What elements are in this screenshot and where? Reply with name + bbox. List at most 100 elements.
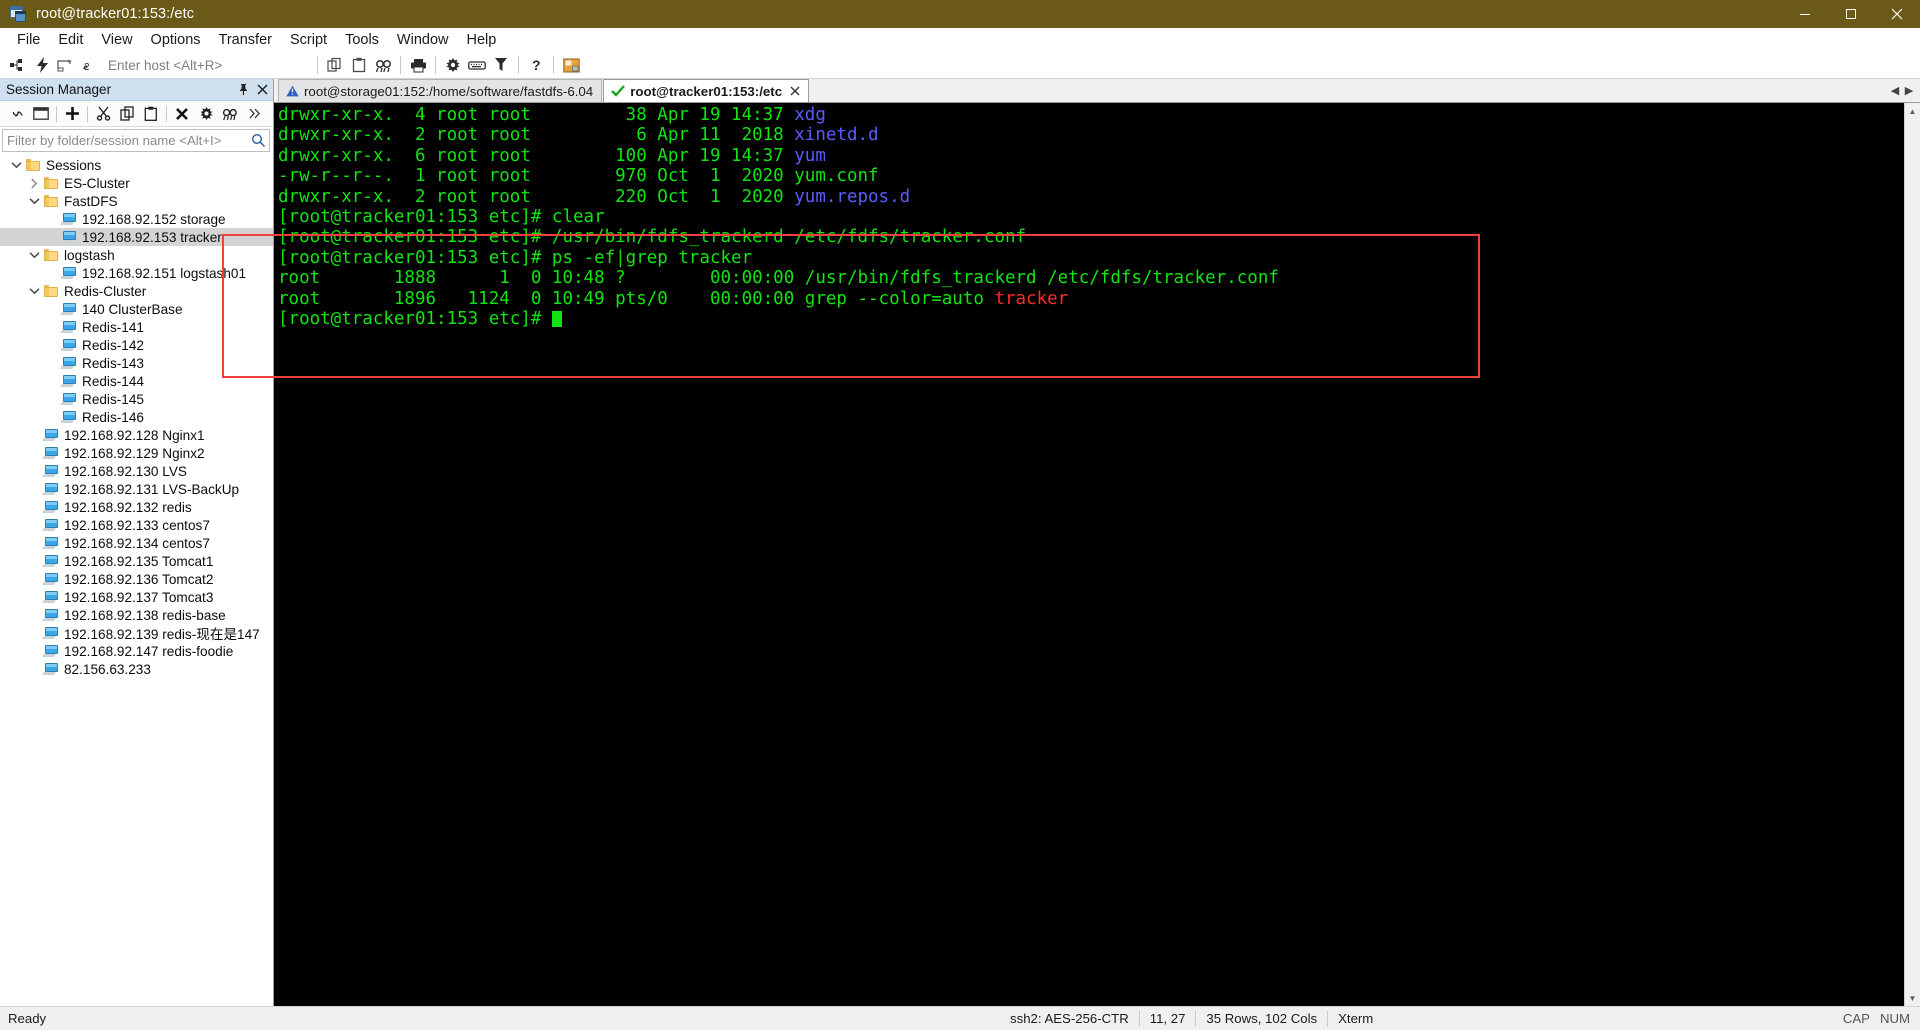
tab-scroll-right-icon[interactable]: ▶ — [1902, 84, 1916, 97]
tree-folder-es-cluster[interactable]: ES-Cluster — [0, 174, 273, 192]
tree-item-label: 192.168.92.136 Tomcat2 — [64, 571, 214, 587]
find-icon[interactable] — [218, 103, 242, 125]
tree-session-82-156-63-233[interactable]: 82.156.63.233 — [0, 660, 273, 678]
tree-session-192-168-92-128-nginx1[interactable]: 192.168.92.128 Nginx1 — [0, 426, 273, 444]
status-indicators: CAP NUM — [1843, 1011, 1920, 1026]
scrollbar-track[interactable] — [1905, 119, 1920, 990]
session-filter[interactable] — [2, 129, 270, 152]
menu-options[interactable]: Options — [142, 30, 210, 50]
tree-session-redis-145[interactable]: Redis-145 — [0, 390, 273, 408]
close-icon[interactable] — [254, 81, 270, 99]
session-monitor-icon — [42, 644, 60, 658]
terminal-tab-bar[interactable]: root@storage01:152:/home/software/fastdf… — [274, 79, 1920, 103]
tree-folder-sessions[interactable]: Sessions — [0, 156, 273, 174]
tree-session-redis-141[interactable]: Redis-141 — [0, 318, 273, 336]
properties-gear-icon[interactable] — [194, 103, 218, 125]
tab-scroll-controls[interactable]: ◀ ▶ — [1888, 79, 1920, 102]
terminal-text: [root@tracker01:153 etc]# clear — [278, 207, 605, 228]
tree-session-192-168-92-136-tomcat2[interactable]: 192.168.92.136 Tomcat2 — [0, 570, 273, 588]
tree-session-192-168-92-131-lvs-backup[interactable]: 192.168.92.131 LVS-BackUp — [0, 480, 273, 498]
tree-folder-fastdfs[interactable]: FastDFS — [0, 192, 273, 210]
menu-window[interactable]: Window — [388, 30, 458, 50]
tab-close-icon[interactable] — [790, 85, 800, 98]
menu-script[interactable]: Script — [281, 30, 336, 50]
session-tree[interactable]: Sessions ES-Cluster FastDFS 192.168.92.152 … — [0, 154, 273, 1006]
tree-session-192-168-92-135-tomcat1[interactable]: 192.168.92.135 Tomcat1 — [0, 552, 273, 570]
find-icon[interactable] — [371, 54, 395, 77]
overflow-icon[interactable] — [242, 103, 266, 125]
quick-connect-icon[interactable] — [30, 54, 54, 77]
link-icon[interactable] — [5, 103, 29, 125]
tree-session-192-168-92-153-tracker[interactable]: 192.168.92.153 tracker — [0, 228, 273, 246]
tree-session-192-168-92-129-nginx2[interactable]: 192.168.92.129 Nginx2 — [0, 444, 273, 462]
session-monitor-icon — [42, 500, 60, 514]
paste-icon[interactable] — [139, 103, 163, 125]
chevron-down-icon[interactable] — [26, 251, 42, 259]
tree-session-redis-143[interactable]: Redis-143 — [0, 354, 273, 372]
host-input[interactable]: Enter host <Alt+R> — [102, 58, 312, 73]
tree-session-192-168-92-151-logstash01[interactable]: 192.168.92.151 logstash01 — [0, 264, 273, 282]
menu-view[interactable]: View — [92, 30, 141, 50]
tab-scroll-left-icon[interactable]: ◀ — [1888, 84, 1902, 97]
tree-folder-redis-cluster[interactable]: Redis-Cluster — [0, 282, 273, 300]
terminal-tab-0[interactable]: root@storage01:152:/home/software/fastdf… — [278, 79, 603, 102]
tree-session-192-168-92-130-lvs[interactable]: 192.168.92.130 LVS — [0, 462, 273, 480]
chevron-down-icon[interactable] — [26, 197, 42, 205]
tree-session-192-168-92-133-centos7[interactable]: 192.168.92.133 centos7 — [0, 516, 273, 534]
folder-icon — [42, 249, 60, 261]
copy-icon[interactable] — [323, 54, 347, 77]
connect-in-tab-icon[interactable] — [54, 54, 78, 77]
tree-session-140-clusterbase[interactable]: 140 ClusterBase — [0, 300, 273, 318]
close-button[interactable] — [1874, 0, 1920, 28]
tree-session-redis-142[interactable]: Redis-142 — [0, 336, 273, 354]
tree-session-192-168-92-137-tomcat3[interactable]: 192.168.92.137 Tomcat3 — [0, 588, 273, 606]
copy-icon[interactable] — [115, 103, 139, 125]
menu-file[interactable]: File — [8, 30, 49, 50]
gear-icon[interactable] — [441, 54, 465, 77]
session-filter-input[interactable] — [3, 132, 247, 149]
filter-icon[interactable] — [489, 54, 513, 77]
search-icon[interactable] — [247, 133, 269, 148]
scroll-down-icon[interactable]: ▼ — [1905, 990, 1920, 1006]
tree-session-192-168-92-147-redis-foodie[interactable]: 192.168.92.147 redis-foodie — [0, 642, 273, 660]
print-icon[interactable] — [406, 54, 430, 77]
terminal-text: [root@tracker01:153 etc]# — [278, 309, 552, 330]
tree-session-redis-146[interactable]: Redis-146 — [0, 408, 273, 426]
paste-icon[interactable] — [347, 54, 371, 77]
maximize-button[interactable] — [1828, 0, 1874, 28]
tree-session-192-168-92-139-redis-现在是147[interactable]: 192.168.92.139 redis-现在是147 — [0, 624, 273, 642]
scroll-up-icon[interactable]: ▲ — [1905, 103, 1920, 119]
chevron-down-icon[interactable] — [8, 161, 24, 169]
chevron-right-icon[interactable] — [26, 177, 42, 189]
terminal-tab-1[interactable]: root@tracker01:153:/etc — [603, 79, 810, 102]
tree-item-label: 140 ClusterBase — [82, 301, 183, 317]
keyboard-icon[interactable] — [465, 54, 489, 77]
menu-tools[interactable]: Tools — [336, 30, 388, 50]
check-icon — [611, 85, 626, 97]
cut-icon[interactable] — [91, 103, 115, 125]
tree-item-label: 82.156.63.233 — [64, 661, 151, 677]
connect-icon[interactable] — [6, 54, 30, 77]
reconnect-icon[interactable]: 2 — [78, 54, 102, 77]
delete-icon[interactable] — [170, 103, 194, 125]
chevron-down-icon[interactable] — [26, 287, 42, 295]
help-icon[interactable]: ? — [524, 54, 548, 77]
terminal-output[interactable]: drwxr-xr-x. 4 root root 38 Apr 19 14:37 … — [274, 103, 1904, 1006]
tree-session-redis-144[interactable]: Redis-144 — [0, 372, 273, 390]
terminal-scrollbar[interactable]: ▲ ▼ — [1904, 103, 1920, 1006]
tree-session-192-168-92-134-centos7[interactable]: 192.168.92.134 centos7 — [0, 534, 273, 552]
add-icon[interactable] — [60, 103, 84, 125]
tree-item-label: 192.168.92.133 centos7 — [64, 517, 210, 533]
terminal-viewport: drwxr-xr-x. 4 root root 38 Apr 19 14:37 … — [222, 103, 1920, 1006]
menu-transfer[interactable]: Transfer — [210, 30, 281, 50]
image-icon[interactable] — [559, 54, 583, 77]
tree-session-192-168-92-138-redis-base[interactable]: 192.168.92.138 redis-base — [0, 606, 273, 624]
menu-help[interactable]: Help — [458, 30, 506, 50]
pin-icon[interactable] — [235, 81, 251, 99]
tree-session-192-168-92-152-storage[interactable]: 192.168.92.152 storage — [0, 210, 273, 228]
tree-session-192-168-92-132-redis[interactable]: 192.168.92.132 redis — [0, 498, 273, 516]
minimize-button[interactable] — [1782, 0, 1828, 28]
new-window-icon[interactable] — [29, 103, 53, 125]
menu-edit[interactable]: Edit — [49, 30, 92, 50]
tree-folder-logstash[interactable]: logstash — [0, 246, 273, 264]
